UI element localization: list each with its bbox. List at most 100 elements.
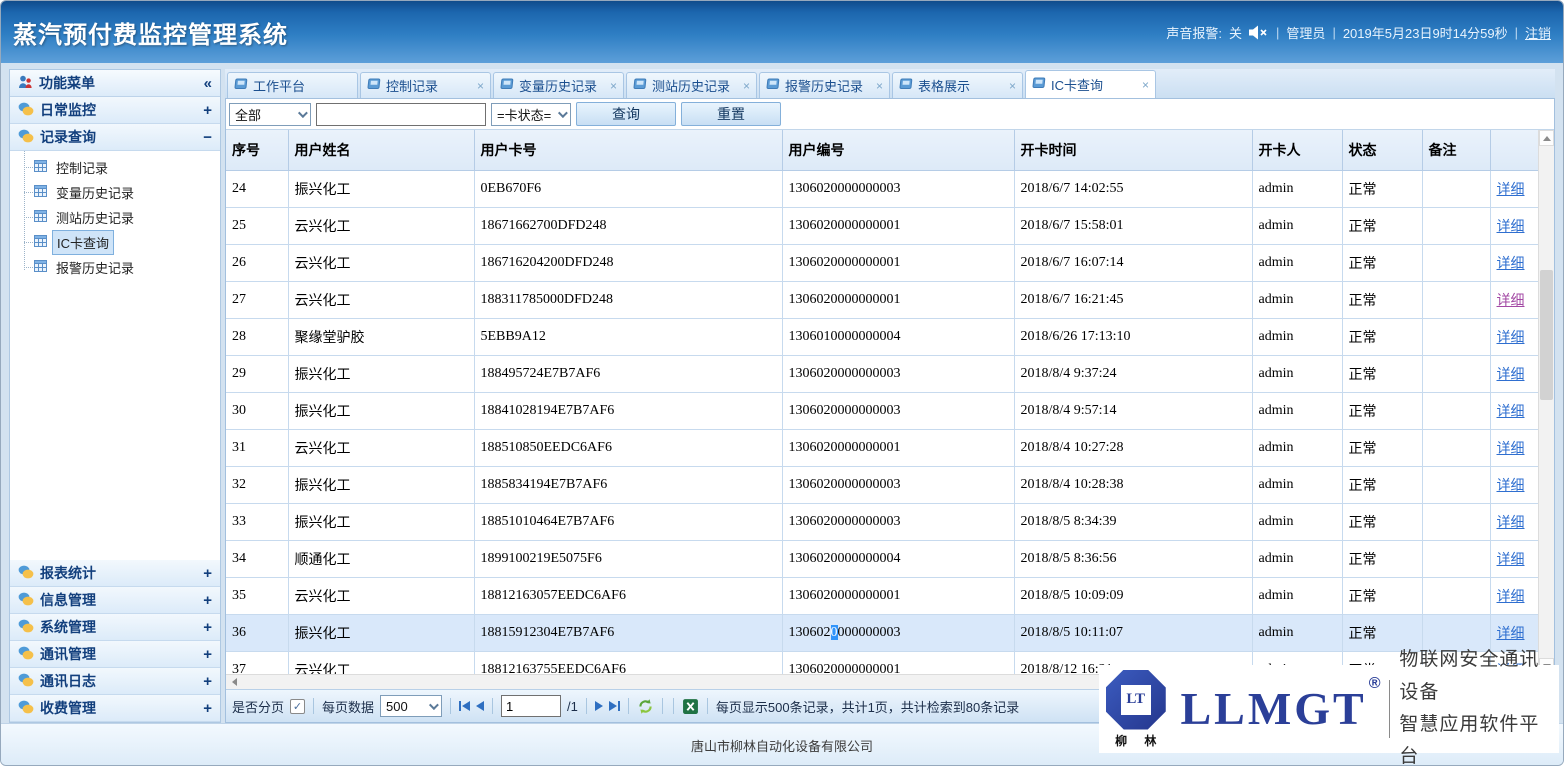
detail-link[interactable]: 详细 bbox=[1497, 294, 1525, 309]
tab-label: 表格展示 bbox=[918, 76, 970, 95]
sidebar-group-report-stats[interactable]: 报表统计 + bbox=[10, 560, 220, 587]
sidebar-group-record-query[interactable]: 记录查询 − bbox=[10, 124, 220, 151]
table-row[interactable]: 29振兴化工188495724E7B7AF6130602000000000320… bbox=[226, 355, 1538, 392]
table-row[interactable]: 36振兴化工18815912304E7B7AF61306020000000003… bbox=[226, 614, 1538, 651]
sidebar-group-info-management[interactable]: 信息管理 + bbox=[10, 587, 220, 614]
cell-seq: 35 bbox=[226, 577, 288, 614]
cell-card: 188510850EEDC6AF6 bbox=[474, 429, 782, 466]
close-tab-icon[interactable]: × bbox=[1142, 79, 1149, 91]
detail-link[interactable]: 详细 bbox=[1497, 331, 1525, 346]
table-row[interactable]: 32振兴化工1885834194E7B7AF613060200000000032… bbox=[226, 466, 1538, 503]
tab-table-display[interactable]: 表格展示 × bbox=[892, 72, 1023, 98]
page-size-value: 500 bbox=[386, 699, 408, 714]
document-icon bbox=[234, 78, 248, 93]
logout-link[interactable]: 注销 bbox=[1525, 23, 1551, 42]
detail-link[interactable]: 详细 bbox=[1497, 627, 1525, 642]
search-button[interactable]: 查询 bbox=[576, 102, 676, 126]
tab-control-records[interactable]: 控制记录 × bbox=[360, 72, 491, 98]
first-page-button[interactable] bbox=[459, 701, 470, 711]
detail-link[interactable]: 详细 bbox=[1497, 479, 1525, 494]
cell-card: 18671662700DFD248 bbox=[474, 207, 782, 244]
tab-label: 工作平台 bbox=[253, 76, 305, 95]
sidebar-group-label: 日常监控 bbox=[40, 100, 96, 120]
selected-text: 0 bbox=[831, 625, 838, 640]
close-tab-icon[interactable]: × bbox=[876, 80, 883, 92]
document-icon bbox=[367, 78, 381, 93]
last-page-button[interactable] bbox=[609, 701, 620, 711]
next-page-button[interactable] bbox=[595, 701, 603, 711]
cell-status: 正常 bbox=[1342, 207, 1422, 244]
vertical-scrollbar-thumb[interactable] bbox=[1540, 270, 1553, 400]
table-row[interactable]: 26云兴化工186716204200DFD2481306020000000001… bbox=[226, 244, 1538, 281]
reset-button[interactable]: 重置 bbox=[681, 102, 781, 126]
table-row[interactable]: 28聚缘堂驴胶5EBB9A1213060100000000042018/6/26… bbox=[226, 318, 1538, 355]
field-select-value: 全部 bbox=[235, 105, 261, 124]
tab-ic-card-query[interactable]: IC卡查询 × bbox=[1025, 70, 1156, 98]
prev-page-button[interactable] bbox=[476, 701, 484, 711]
tab-variable-history[interactable]: 变量历史记录 × bbox=[493, 72, 624, 98]
page-number-input[interactable] bbox=[501, 695, 561, 717]
sidebar-group-daily-monitoring[interactable]: 日常监控 + bbox=[10, 97, 220, 124]
expand-icon: + bbox=[203, 102, 212, 119]
column-header: 开卡人 bbox=[1252, 130, 1342, 170]
cell-operator: admin bbox=[1252, 503, 1342, 540]
detail-link[interactable]: 详细 bbox=[1497, 553, 1525, 568]
table-row[interactable]: 35云兴化工18812163057EEDC6AF6130602000000000… bbox=[226, 577, 1538, 614]
close-tab-icon[interactable]: × bbox=[610, 80, 617, 92]
sidebar-group-system-management[interactable]: 系统管理 + bbox=[10, 614, 220, 641]
paged-checkbox[interactable]: ✓ bbox=[290, 699, 305, 714]
tab-station-history[interactable]: 测站历史记录 × bbox=[626, 72, 757, 98]
sidebar-header[interactable]: 功能菜单 « bbox=[10, 70, 220, 97]
sidebar-item-control-records[interactable]: 控制记录 bbox=[10, 155, 220, 180]
detail-link[interactable]: 详细 bbox=[1497, 516, 1525, 531]
detail-link[interactable]: 详细 bbox=[1497, 183, 1525, 198]
sound-alarm-state[interactable]: 关 bbox=[1229, 23, 1242, 42]
table-row[interactable]: 34顺通化工1899100219E5075F613060200000000042… bbox=[226, 540, 1538, 577]
sidebar-group-comm-management[interactable]: 通讯管理 + bbox=[10, 641, 220, 668]
export-excel-icon[interactable] bbox=[682, 698, 699, 715]
scroll-left-icon[interactable] bbox=[226, 675, 242, 689]
detail-link[interactable]: 详细 bbox=[1497, 442, 1525, 457]
cell-card: 188311785000DFD248 bbox=[474, 281, 782, 318]
chevron-down-icon bbox=[558, 108, 568, 118]
column-header bbox=[1490, 130, 1538, 170]
close-tab-icon[interactable]: × bbox=[477, 80, 484, 92]
detail-link[interactable]: 详细 bbox=[1497, 220, 1525, 235]
table-row[interactable]: 33振兴化工18851010464E7B7AF61306020000000003… bbox=[226, 503, 1538, 540]
bubbles-icon bbox=[18, 673, 34, 690]
sidebar-item-alarm-history[interactable]: 报警历史记录 bbox=[10, 255, 220, 280]
table-row[interactable]: 30振兴化工18841028194E7B7AF61306020000000003… bbox=[226, 392, 1538, 429]
scroll-up-icon[interactable] bbox=[1539, 130, 1554, 146]
refresh-icon[interactable] bbox=[637, 698, 654, 715]
document-icon bbox=[1032, 77, 1046, 92]
keyword-input[interactable] bbox=[316, 103, 486, 126]
sidebar-item-station-history[interactable]: 测站历史记录 bbox=[10, 205, 220, 230]
table-row[interactable]: 27云兴化工188311785000DFD2481306020000000001… bbox=[226, 281, 1538, 318]
card-status-select[interactable]: =卡状态= bbox=[491, 103, 571, 126]
speaker-muted-icon[interactable] bbox=[1249, 25, 1269, 40]
table-row[interactable]: 24振兴化工0EB670F613060200000000032018/6/7 1… bbox=[226, 170, 1538, 207]
detail-link[interactable]: 详细 bbox=[1497, 405, 1525, 420]
detail-link[interactable]: 详细 bbox=[1497, 368, 1525, 383]
vertical-scrollbar[interactable] bbox=[1538, 130, 1554, 674]
sidebar-group-fee-management[interactable]: 收费管理 + bbox=[10, 695, 220, 722]
cell-card: 1885834194E7B7AF6 bbox=[474, 466, 782, 503]
detail-link[interactable]: 详细 bbox=[1497, 590, 1525, 605]
collapse-sidebar-button[interactable]: « bbox=[204, 75, 212, 92]
table-container: 序号用户姓名用户卡号用户编号开卡时间开卡人状态备注 24振兴化工0EB670F6… bbox=[226, 130, 1554, 674]
table-row[interactable]: 31云兴化工188510850EEDC6AF613060200000000012… bbox=[226, 429, 1538, 466]
table-row[interactable]: 25云兴化工18671662700DFD24813060200000000012… bbox=[226, 207, 1538, 244]
close-tab-icon[interactable]: × bbox=[743, 80, 750, 92]
cell-seq: 24 bbox=[226, 170, 288, 207]
tab-alarm-history[interactable]: 报警历史记录 × bbox=[759, 72, 890, 98]
close-tab-icon[interactable]: × bbox=[1009, 80, 1016, 92]
cell-status: 正常 bbox=[1342, 244, 1422, 281]
sidebar-item-variable-history[interactable]: 变量历史记录 bbox=[10, 180, 220, 205]
detail-link[interactable]: 详细 bbox=[1497, 257, 1525, 272]
tab-work-platform[interactable]: 工作平台 bbox=[227, 72, 358, 98]
brand-tagline: 物联网安全通讯设备 智慧应用软件平台 bbox=[1399, 644, 1549, 766]
field-select[interactable]: 全部 bbox=[229, 103, 311, 126]
sidebar-group-comm-logs[interactable]: 通讯日志 + bbox=[10, 668, 220, 695]
sidebar-item-ic-card-query[interactable]: IC卡查询 bbox=[10, 230, 220, 255]
page-size-select[interactable]: 500 bbox=[380, 695, 442, 717]
